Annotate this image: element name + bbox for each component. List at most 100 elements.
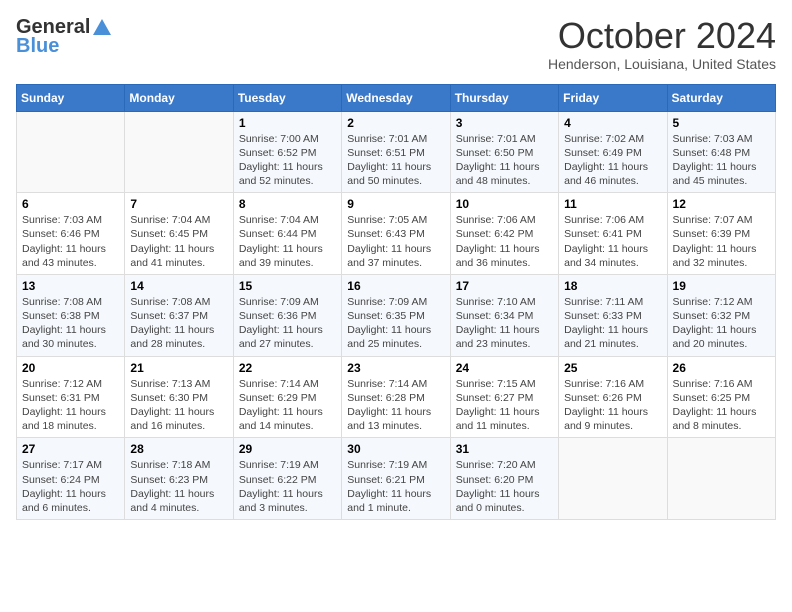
day-number: 2 — [347, 116, 444, 130]
day-number: 31 — [456, 442, 553, 456]
calendar-cell: 9 Sunrise: 7:05 AM Sunset: 6:43 PM Daylig… — [342, 193, 450, 275]
day-info: Sunrise: 7:13 AM Sunset: 6:30 PM Dayligh… — [130, 377, 227, 434]
calendar-cell: 29 Sunrise: 7:19 AM Sunset: 6:22 PM Dayli… — [233, 438, 341, 520]
week-row-4: 20 Sunrise: 7:12 AM Sunset: 6:31 PM Dayli… — [17, 356, 776, 438]
day-number: 18 — [564, 279, 661, 293]
day-number: 11 — [564, 197, 661, 211]
calendar-cell — [559, 438, 667, 520]
day-number: 24 — [456, 361, 553, 375]
calendar-cell: 30 Sunrise: 7:19 AM Sunset: 6:21 PM Dayli… — [342, 438, 450, 520]
day-info: Sunrise: 7:05 AM Sunset: 6:43 PM Dayligh… — [347, 213, 444, 270]
header-monday: Monday — [125, 84, 233, 111]
day-number: 10 — [456, 197, 553, 211]
day-info: Sunrise: 7:09 AM Sunset: 6:35 PM Dayligh… — [347, 295, 444, 352]
calendar-cell: 10 Sunrise: 7:06 AM Sunset: 6:42 PM Dayli… — [450, 193, 558, 275]
month-title: October 2024 — [548, 16, 776, 56]
day-number: 19 — [673, 279, 770, 293]
calendar-cell: 14 Sunrise: 7:08 AM Sunset: 6:37 PM Dayli… — [125, 274, 233, 356]
day-number: 27 — [22, 442, 119, 456]
day-info: Sunrise: 7:04 AM Sunset: 6:45 PM Dayligh… — [130, 213, 227, 270]
day-number: 20 — [22, 361, 119, 375]
day-info: Sunrise: 7:08 AM Sunset: 6:38 PM Dayligh… — [22, 295, 119, 352]
calendar-cell: 23 Sunrise: 7:14 AM Sunset: 6:28 PM Dayli… — [342, 356, 450, 438]
calendar-cell: 31 Sunrise: 7:20 AM Sunset: 6:20 PM Dayli… — [450, 438, 558, 520]
calendar-cell: 2 Sunrise: 7:01 AM Sunset: 6:51 PM Daylig… — [342, 111, 450, 193]
day-info: Sunrise: 7:01 AM Sunset: 6:51 PM Dayligh… — [347, 132, 444, 189]
calendar-cell: 15 Sunrise: 7:09 AM Sunset: 6:36 PM Dayli… — [233, 274, 341, 356]
calendar-cell: 1 Sunrise: 7:00 AM Sunset: 6:52 PM Daylig… — [233, 111, 341, 193]
logo-blue: Blue — [16, 35, 59, 58]
day-info: Sunrise: 7:03 AM Sunset: 6:46 PM Dayligh… — [22, 213, 119, 270]
calendar-cell: 11 Sunrise: 7:06 AM Sunset: 6:41 PM Dayli… — [559, 193, 667, 275]
header-wednesday: Wednesday — [342, 84, 450, 111]
day-number: 16 — [347, 279, 444, 293]
day-number: 3 — [456, 116, 553, 130]
title-block: October 2024 Henderson, Louisiana, Unite… — [548, 16, 776, 72]
day-info: Sunrise: 7:19 AM Sunset: 6:21 PM Dayligh… — [347, 458, 444, 515]
page-header: General Blue October 2024 Henderson, Lou… — [16, 16, 776, 72]
day-number: 15 — [239, 279, 336, 293]
day-info: Sunrise: 7:01 AM Sunset: 6:50 PM Dayligh… — [456, 132, 553, 189]
calendar-cell: 6Sunrise: 7:03 AM Sunset: 6:46 PM Daylig… — [17, 193, 125, 275]
week-row-2: 6Sunrise: 7:03 AM Sunset: 6:46 PM Daylig… — [17, 193, 776, 275]
calendar-cell: 21Sunrise: 7:13 AM Sunset: 6:30 PM Dayli… — [125, 356, 233, 438]
day-number: 30 — [347, 442, 444, 456]
header-sunday: Sunday — [17, 84, 125, 111]
day-info: Sunrise: 7:07 AM Sunset: 6:39 PM Dayligh… — [673, 213, 770, 270]
calendar-cell: 25Sunrise: 7:16 AM Sunset: 6:26 PM Dayli… — [559, 356, 667, 438]
day-info: Sunrise: 7:04 AM Sunset: 6:44 PM Dayligh… — [239, 213, 336, 270]
day-number: 4 — [564, 116, 661, 130]
day-number: 8 — [239, 197, 336, 211]
calendar-cell — [17, 111, 125, 193]
calendar-table: SundayMondayTuesdayWednesdayThursdayFrid… — [16, 84, 776, 520]
calendar-header-row: SundayMondayTuesdayWednesdayThursdayFrid… — [17, 84, 776, 111]
header-thursday: Thursday — [450, 84, 558, 111]
calendar-cell: 8 Sunrise: 7:04 AM Sunset: 6:44 PM Daylig… — [233, 193, 341, 275]
day-info: Sunrise: 7:15 AM Sunset: 6:27 PM Dayligh… — [456, 377, 553, 434]
calendar-cell: 4Sunrise: 7:02 AM Sunset: 6:49 PM Daylig… — [559, 111, 667, 193]
day-info: Sunrise: 7:12 AM Sunset: 6:32 PM Dayligh… — [673, 295, 770, 352]
calendar-cell: 27 Sunrise: 7:17 AM Sunset: 6:24 PM Dayli… — [17, 438, 125, 520]
day-info: Sunrise: 7:14 AM Sunset: 6:28 PM Dayligh… — [347, 377, 444, 434]
calendar-cell: 16 Sunrise: 7:09 AM Sunset: 6:35 PM Dayli… — [342, 274, 450, 356]
logo: General Blue — [16, 16, 114, 58]
calendar-cell: 19 Sunrise: 7:12 AM Sunset: 6:32 PM Dayli… — [667, 274, 775, 356]
location: Henderson, Louisiana, United States — [548, 56, 776, 72]
day-number: 25 — [564, 361, 661, 375]
day-info: Sunrise: 7:19 AM Sunset: 6:22 PM Dayligh… — [239, 458, 336, 515]
day-info: Sunrise: 7:17 AM Sunset: 6:24 PM Dayligh… — [22, 458, 119, 515]
day-info: Sunrise: 7:10 AM Sunset: 6:34 PM Dayligh… — [456, 295, 553, 352]
week-row-3: 13Sunrise: 7:08 AM Sunset: 6:38 PM Dayli… — [17, 274, 776, 356]
day-info: Sunrise: 7:08 AM Sunset: 6:37 PM Dayligh… — [130, 295, 227, 352]
day-number: 29 — [239, 442, 336, 456]
calendar-cell: 3 Sunrise: 7:01 AM Sunset: 6:50 PM Daylig… — [450, 111, 558, 193]
header-friday: Friday — [559, 84, 667, 111]
day-number: 14 — [130, 279, 227, 293]
calendar-cell: 7 Sunrise: 7:04 AM Sunset: 6:45 PM Daylig… — [125, 193, 233, 275]
day-number: 9 — [347, 197, 444, 211]
header-saturday: Saturday — [667, 84, 775, 111]
calendar-cell — [125, 111, 233, 193]
day-info: Sunrise: 7:06 AM Sunset: 6:41 PM Dayligh… — [564, 213, 661, 270]
header-tuesday: Tuesday — [233, 84, 341, 111]
day-info: Sunrise: 7:20 AM Sunset: 6:20 PM Dayligh… — [456, 458, 553, 515]
day-number: 1 — [239, 116, 336, 130]
day-info: Sunrise: 7:00 AM Sunset: 6:52 PM Dayligh… — [239, 132, 336, 189]
day-info: Sunrise: 7:12 AM Sunset: 6:31 PM Dayligh… — [22, 377, 119, 434]
day-number: 7 — [130, 197, 227, 211]
day-number: 28 — [130, 442, 227, 456]
day-number: 23 — [347, 361, 444, 375]
calendar-cell: 5Sunrise: 7:03 AM Sunset: 6:48 PM Daylig… — [667, 111, 775, 193]
calendar-cell — [667, 438, 775, 520]
day-number: 12 — [673, 197, 770, 211]
day-info: Sunrise: 7:16 AM Sunset: 6:25 PM Dayligh… — [673, 377, 770, 434]
day-number: 22 — [239, 361, 336, 375]
week-row-1: 1 Sunrise: 7:00 AM Sunset: 6:52 PM Daylig… — [17, 111, 776, 193]
day-info: Sunrise: 7:09 AM Sunset: 6:36 PM Dayligh… — [239, 295, 336, 352]
calendar-cell: 12 Sunrise: 7:07 AM Sunset: 6:39 PM Dayli… — [667, 193, 775, 275]
logo-icon — [91, 17, 113, 39]
day-info: Sunrise: 7:06 AM Sunset: 6:42 PM Dayligh… — [456, 213, 553, 270]
week-row-5: 27 Sunrise: 7:17 AM Sunset: 6:24 PM Dayli… — [17, 438, 776, 520]
calendar-cell: 20 Sunrise: 7:12 AM Sunset: 6:31 PM Dayli… — [17, 356, 125, 438]
day-info: Sunrise: 7:14 AM Sunset: 6:29 PM Dayligh… — [239, 377, 336, 434]
